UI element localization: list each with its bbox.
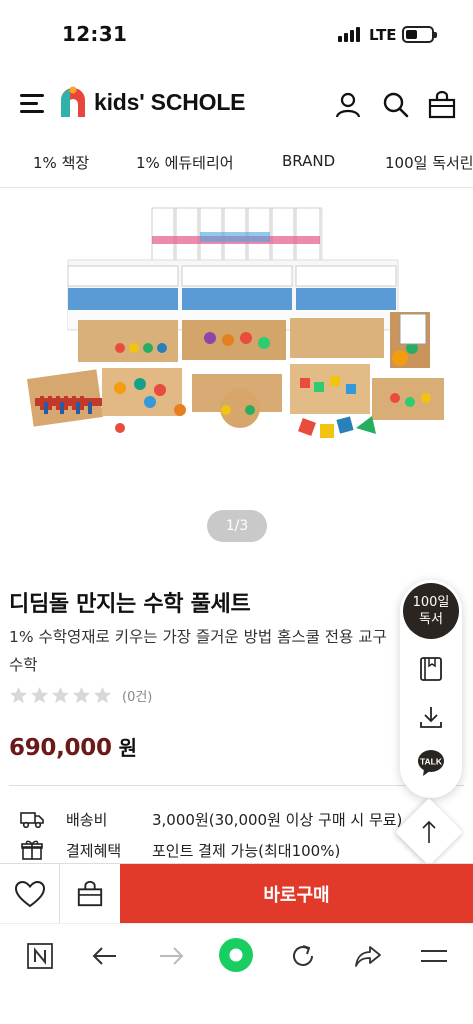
reading-100days-badge[interactable]: 100일 독서 xyxy=(403,583,459,639)
cart-button[interactable] xyxy=(60,864,120,924)
floating-quick-menu: 100일 독서 TALK xyxy=(400,580,462,798)
carousel-pager: 1/3 xyxy=(207,510,267,542)
purchase-bar: 바로구매 xyxy=(0,863,473,924)
green-dot-icon[interactable] xyxy=(218,937,254,973)
product-image-carousel[interactable] xyxy=(0,188,473,564)
shopping-bag-icon[interactable] xyxy=(427,90,457,120)
cart-bag-icon xyxy=(77,880,103,907)
arrow-up-icon xyxy=(422,820,436,843)
forward-arrow-icon[interactable] xyxy=(156,941,186,971)
browser-toolbar xyxy=(0,923,473,1024)
category-tabs: 1% 책장 1% 에듀테리어 BRAND 100일 독서린 xyxy=(0,136,473,188)
battery-icon xyxy=(402,26,437,43)
review-count[interactable]: (0건) xyxy=(122,686,152,705)
product-price: 690,000 원 xyxy=(9,732,137,761)
rating-stars[interactable]: (0건) xyxy=(9,686,152,705)
star-icon xyxy=(30,686,49,704)
payment-benefit-row: 결제혜택 포인트 결제 가능(최대100%) xyxy=(20,839,340,861)
star-icon xyxy=(9,686,28,704)
kakao-talk-icon[interactable]: TALK xyxy=(416,748,446,778)
payment-benefit-label: 결제혜택 xyxy=(66,841,122,860)
shipping-fee-row: 배송비 3,000원(30,000원 이상 구매 시 무료) xyxy=(20,808,402,830)
gift-icon xyxy=(21,840,43,860)
payment-benefit-value: 포인트 결제 가능(최대100%) xyxy=(152,841,341,860)
signal-icon xyxy=(338,27,360,42)
share-icon[interactable] xyxy=(353,941,383,971)
product-description: 1% 수학영재로 키우는 가장 즐거운 방법 홈스쿨 전용 교구 수학 xyxy=(9,628,387,674)
tab-brand[interactable]: BRAND xyxy=(282,152,335,170)
product-title: 디딤돌 만지는 수학 풀세트 xyxy=(9,592,251,617)
browser-menu-icon[interactable] xyxy=(419,941,449,971)
buy-now-button[interactable]: 바로구매 xyxy=(120,864,473,924)
heart-icon xyxy=(14,880,45,908)
product-image xyxy=(27,207,444,438)
tab-1pct-bookshelf[interactable]: 1% 책장 xyxy=(33,152,89,173)
shipping-fee-label: 배송비 xyxy=(66,810,108,829)
tab-1pct-eduterior[interactable]: 1% 에듀테리어 xyxy=(136,152,234,173)
divider xyxy=(9,785,464,786)
logo-mark-icon xyxy=(61,86,85,117)
site-logo[interactable]: kids' SCHOLE xyxy=(58,84,246,120)
logo-text: kids' SCHOLE xyxy=(94,88,246,115)
star-icon xyxy=(72,686,91,704)
star-icon xyxy=(93,686,112,704)
network-label: LTE xyxy=(369,26,397,44)
download-icon[interactable] xyxy=(418,704,444,730)
back-arrow-icon[interactable] xyxy=(90,941,120,971)
star-icon xyxy=(51,686,70,704)
badge-line-2: 독서 xyxy=(419,612,443,627)
price-unit: 원 xyxy=(118,736,138,760)
talk-label: TALK xyxy=(420,757,443,767)
refresh-icon[interactable] xyxy=(288,941,318,971)
shipping-fee-value: 3,000원(30,000원 이상 구매 시 무료) xyxy=(152,810,403,829)
user-icon[interactable] xyxy=(333,90,363,120)
status-time: 12:31 xyxy=(62,22,128,46)
badge-line-1: 100일 xyxy=(412,595,450,610)
status-bar: 12:31 LTE xyxy=(0,0,473,70)
book-icon[interactable] xyxy=(418,656,444,682)
hamburger-menu-icon[interactable] xyxy=(20,94,46,113)
site-header: kids' SCHOLE xyxy=(0,70,473,136)
wishlist-button[interactable] xyxy=(0,864,60,924)
naver-home-icon[interactable] xyxy=(25,941,55,971)
price-value: 690,000 xyxy=(9,735,112,761)
search-icon[interactable] xyxy=(381,90,411,120)
truck-icon xyxy=(20,812,44,829)
tab-100days-reading[interactable]: 100일 독서린 xyxy=(385,152,473,173)
